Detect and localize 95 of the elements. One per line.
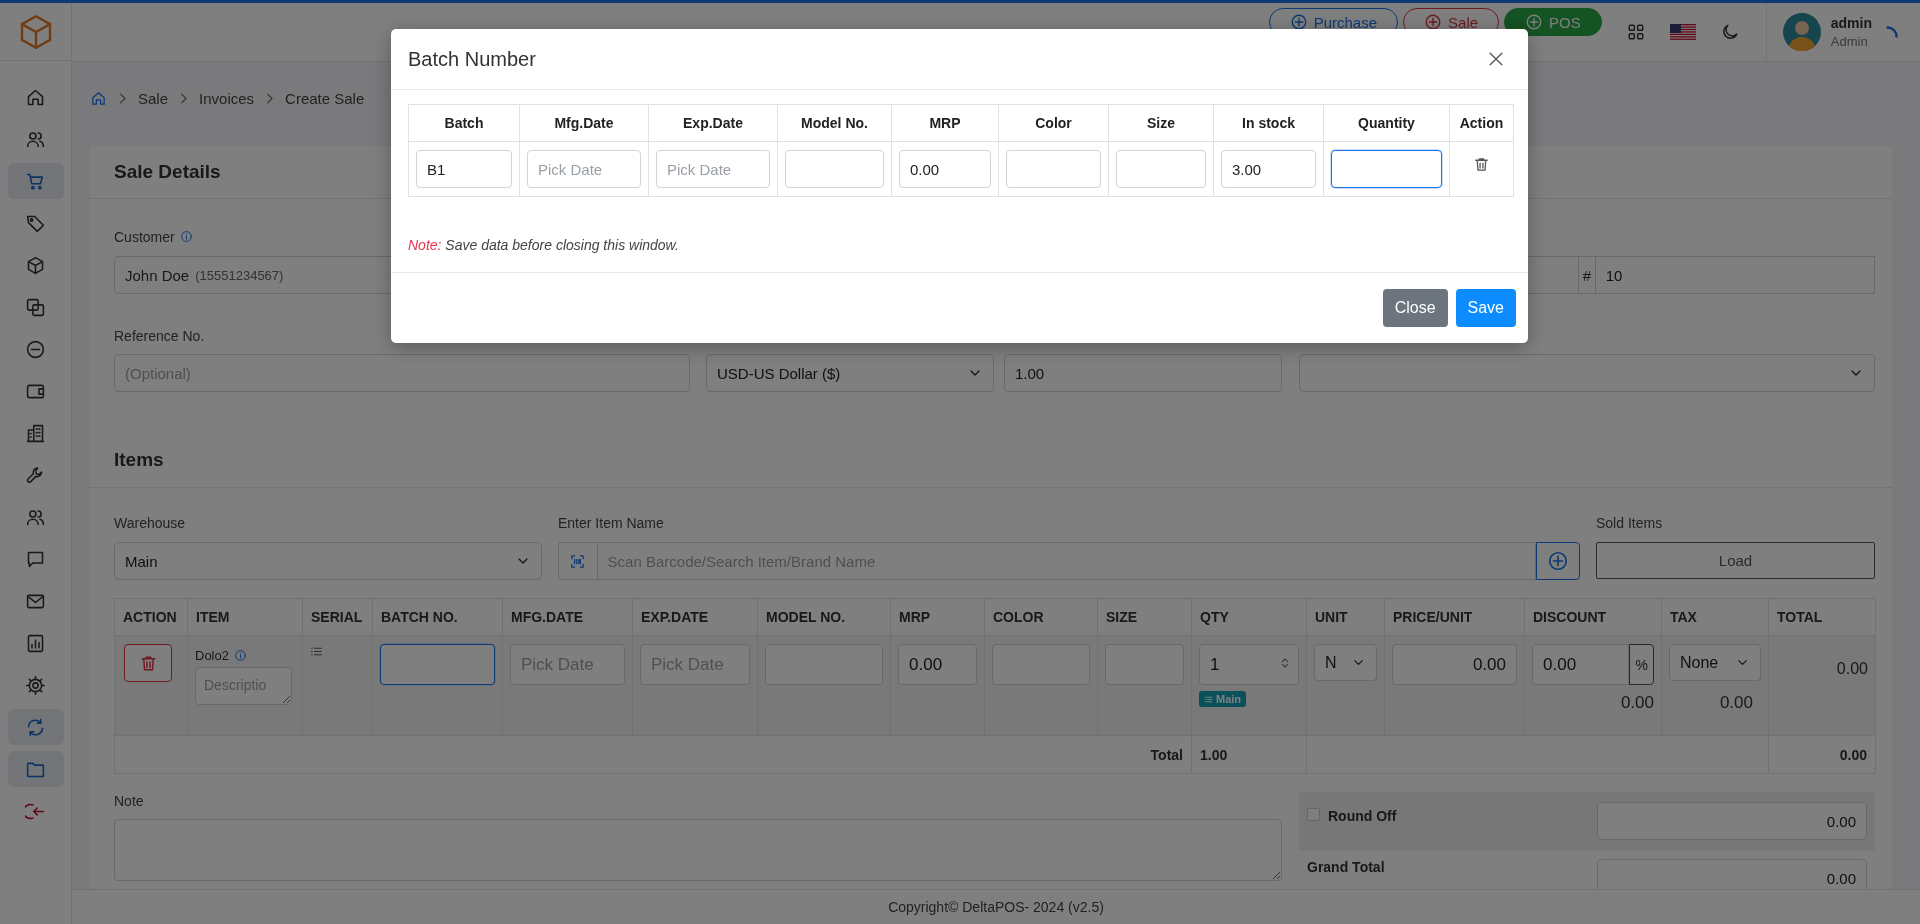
table-input[interactable] <box>1331 150 1442 188</box>
grand-total-label: Grand Total <box>1307 859 1385 877</box>
round-off-label: Round Off <box>1328 808 1397 824</box>
breadcrumb-link[interactable]: Sale <box>138 89 169 107</box>
plus-circle-icon <box>1424 13 1443 31</box>
info-icon <box>233 649 247 662</box>
column-header: MODEL NO. <box>757 598 891 636</box>
column-header: TAX <box>1661 598 1769 636</box>
breadcrumb-link[interactable]: Invoices <box>199 89 255 107</box>
note-field[interactable] <box>114 819 1282 881</box>
discount-type-button[interactable]: % <box>1629 644 1654 685</box>
field-label: Sold Items <box>1596 514 1663 531</box>
save-button[interactable]: Save <box>1455 289 1516 327</box>
note-text: Note: Save data before closing this window. <box>408 237 680 253</box>
field-label: Enter Item Name <box>558 514 664 531</box>
column-header: SIZE <box>1097 598 1192 636</box>
plus-circle-icon <box>1546 550 1569 572</box>
total-label: Total <box>1150 746 1183 763</box>
column-header: ACTION <box>114 598 188 636</box>
unit-select[interactable]: N <box>1314 644 1377 681</box>
currency-select[interactable]: USD-US Dollar ($) <box>706 354 994 392</box>
column-header: Action <box>1449 104 1514 142</box>
field-label: Customer <box>114 228 175 245</box>
table-input[interactable] <box>380 644 495 685</box>
flag-icon[interactable] <box>1669 23 1696 41</box>
scan-icon[interactable] <box>558 542 597 580</box>
field-label: Warehouse <box>114 514 186 531</box>
folder-icon[interactable] <box>7 751 64 787</box>
invoice-number-field[interactable]: 10 <box>1594 256 1875 294</box>
dialog-title: Batch Number <box>408 47 536 71</box>
add-item-button[interactable] <box>1535 542 1580 580</box>
section-title: Items <box>114 448 164 471</box>
quantity-field[interactable]: 1 <box>1199 644 1299 685</box>
user-role: Admin <box>1830 34 1869 49</box>
column-header: DISCOUNT <box>1524 598 1662 636</box>
price-field[interactable]: 0.00 <box>1392 644 1517 685</box>
warehouse-select[interactable]: Main <box>114 542 542 580</box>
delete-button[interactable] <box>124 644 172 682</box>
field-label: Reference No. <box>114 327 205 344</box>
breadcrumb-current: Create Sale <box>285 89 365 107</box>
column-header: PRICE/UNIT <box>1384 598 1525 636</box>
exchange-rate-field[interactable]: 1.00 <box>1004 354 1282 392</box>
grand-total-field[interactable]: 0.00 <box>1597 859 1867 889</box>
row-total: 0.00 <box>1835 659 1868 678</box>
column-header: Model No. <box>777 104 892 142</box>
column-header: Batch <box>408 104 520 142</box>
info-icon <box>179 230 193 243</box>
cart-icon[interactable] <box>7 163 64 199</box>
column-header: Color <box>998 104 1109 142</box>
table-input[interactable]: 0.00 <box>898 644 977 685</box>
column-header: MRP <box>891 104 999 142</box>
avatar[interactable] <box>1782 13 1821 51</box>
plus-circle-icon <box>1289 13 1308 31</box>
discount-field[interactable]: 0.00 <box>1532 644 1630 685</box>
number-prefix: # <box>1579 256 1595 294</box>
column-header: QTY <box>1191 598 1307 636</box>
column-header: SERIAL <box>302 598 373 636</box>
user-name: admin <box>1830 15 1872 31</box>
table-input[interactable]: 0.00 <box>899 150 991 188</box>
table-input[interactable]: 3.00 <box>1221 150 1316 188</box>
home-link-icon[interactable] <box>90 89 107 107</box>
load-button[interactable]: Load <box>1596 542 1875 579</box>
total-amount: 0.00 <box>1839 746 1867 763</box>
column-header: MRP <box>890 598 985 636</box>
list-icon <box>1204 694 1213 704</box>
tax-amount: 0.00 <box>1718 693 1753 713</box>
loading-spinner-icon <box>1886 26 1898 38</box>
section-title: Sale Details <box>114 161 221 183</box>
column-header: In stock <box>1213 104 1324 142</box>
total-quantity: 1.00 <box>1200 746 1228 763</box>
delete-icon[interactable] <box>1473 155 1490 173</box>
tax-select[interactable]: None <box>1669 644 1761 681</box>
table-input[interactable]: B1 <box>416 150 512 188</box>
column-header: Mfg.Date <box>519 104 649 142</box>
copyright-text: Copyright© DeltaPOS- 2024 (v2.5) <box>888 899 1104 915</box>
column-header: EXP.DATE <box>632 598 758 636</box>
column-header: Exp.Date <box>648 104 778 142</box>
close-button[interactable]: Close <box>1382 289 1448 327</box>
column-header: ITEM <box>187 598 303 636</box>
field-label: Note <box>114 792 144 809</box>
item-name: Dolo2 <box>195 648 229 663</box>
sync-icon[interactable] <box>7 709 64 745</box>
column-header: UNIT <box>1306 598 1385 636</box>
column-header: Size <box>1108 104 1214 142</box>
plus-circle-icon <box>1525 13 1544 31</box>
list-icon[interactable] <box>310 645 323 658</box>
column-header: MFG.DATE <box>502 598 633 636</box>
checkbox[interactable] <box>1307 808 1320 821</box>
column-header: TOTAL <box>1768 598 1876 636</box>
warehouse-badge: Main <box>1199 691 1247 707</box>
column-header: BATCH NO. <box>372 598 503 636</box>
discount-amount: 0.00 <box>1619 693 1654 713</box>
column-header: Quantity <box>1323 104 1450 142</box>
column-header: COLOR <box>984 598 1098 636</box>
round-off-field[interactable]: 0.00 <box>1597 802 1867 840</box>
